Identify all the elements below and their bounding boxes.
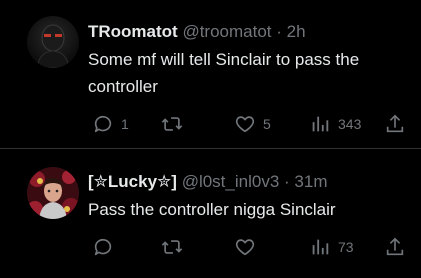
analytics-icon [312,239,329,255]
action-bar: 73 [88,235,404,259]
tweet-header: TRoomatot @troomatot · 2h [88,22,306,42]
retweet-icon [161,240,183,254]
reply-icon [94,115,112,133]
tweet-header: [✮Lucky✮] @l0st_inl0v3 · 31m [88,172,328,192]
display-name[interactable]: [✮Lucky✮] [88,172,177,191]
view-count: 73 [338,239,354,255]
reply-button[interactable] [92,235,121,259]
avatar[interactable] [27,16,79,68]
like-count: 5 [263,116,271,132]
analytics-icon [312,116,329,132]
tweet-text: Pass the controller nigga Sinclair [88,200,336,219]
dark-masked-figure-avatar-icon [27,16,79,68]
retweet-button[interactable] [161,112,190,136]
tweet-text: Some mf will tell Sinclair to pass the c… [88,50,360,96]
separator: · [276,22,282,41]
share-button[interactable] [384,235,406,259]
like-button[interactable]: 5 [234,112,271,136]
share-icon [386,237,404,256]
retweet-icon [161,117,183,131]
handle[interactable]: @troomatot [182,22,271,41]
reply-count: 1 [121,116,129,132]
reply-icon [94,238,112,256]
display-name[interactable]: TRoomatot [88,22,178,41]
timestamp[interactable]: 2h [287,22,306,41]
heart-icon [235,116,255,133]
views-button[interactable]: 73 [309,235,354,259]
action-bar: 1 5 343 [88,112,404,136]
view-count: 343 [338,116,362,132]
heart-icon [235,239,255,256]
tweet-1[interactable]: TRoomatot @troomatot · 2h Some mf will t… [0,0,421,148]
like-button[interactable] [234,235,263,259]
handle[interactable]: @l0st_inl0v3 [182,172,280,191]
views-button[interactable]: 343 [309,112,361,136]
separator: · [284,172,290,191]
reply-button[interactable]: 1 [92,112,129,136]
share-button[interactable] [384,112,406,136]
timestamp[interactable]: 31m [294,172,327,191]
avatar[interactable] [27,167,79,219]
share-icon [386,114,404,133]
red-floral-portrait-avatar-icon [27,167,79,219]
tweet-2[interactable]: [✮Lucky✮] @l0st_inl0v3 · 31m Pass the co… [0,149,421,278]
retweet-button[interactable] [161,235,190,259]
